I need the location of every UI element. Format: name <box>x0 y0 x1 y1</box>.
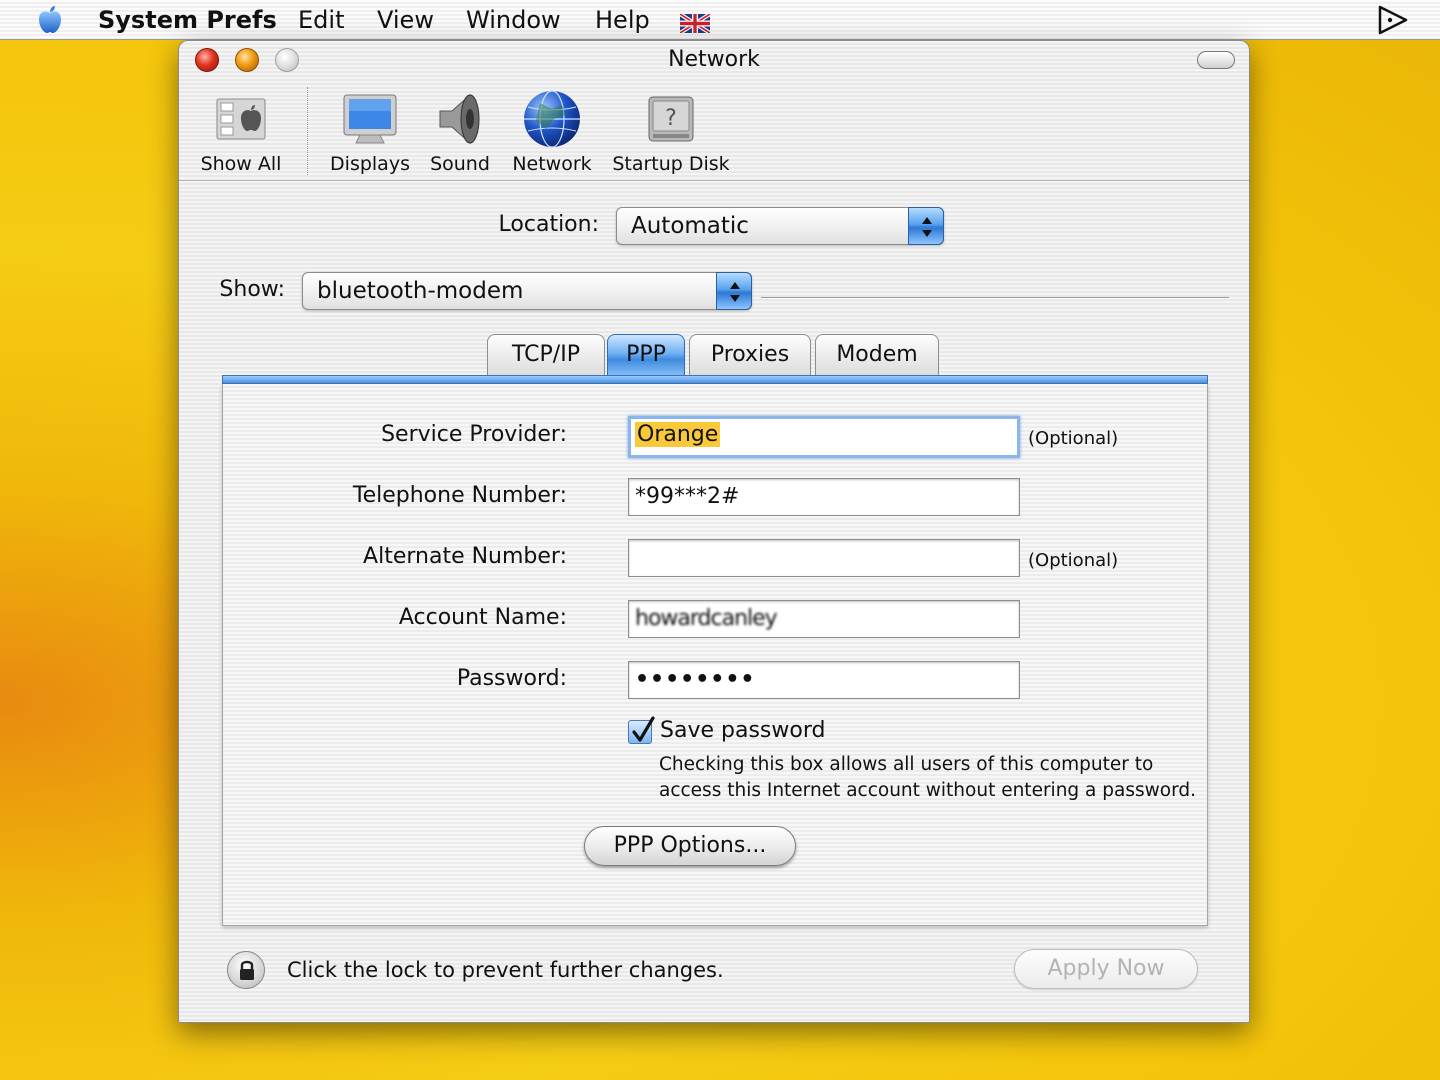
lock-button[interactable] <box>227 951 265 989</box>
sound-icon <box>430 89 490 149</box>
optional-hint: (Optional) <box>1028 428 1119 449</box>
lock-message: Click the lock to prevent further change… <box>287 958 724 982</box>
tab-tcp-ip[interactable]: TCP/IP <box>487 334 605 376</box>
password-label: Password: <box>456 666 567 691</box>
startup-disk-icon: ? <box>641 89 701 149</box>
password-value: •••••••• <box>635 667 756 692</box>
lock-icon <box>240 960 254 980</box>
network-icon <box>522 89 582 149</box>
telephone-number-value: *99***2# <box>635 484 740 509</box>
toolbar-startup-disk[interactable]: ? Startup Disk <box>609 89 733 175</box>
toolbar-show-all[interactable]: Show All <box>197 89 285 175</box>
tab-ppp[interactable]: PPP <box>607 334 685 376</box>
account-name-label: Account Name: <box>398 605 567 630</box>
alternate-number-label: Alternate Number: <box>363 544 567 569</box>
toolbar-label: Network <box>512 153 592 175</box>
service-provider-value: Orange <box>635 422 721 447</box>
flag-icon[interactable] <box>678 11 712 35</box>
show-all-icon <box>211 89 271 149</box>
location-label: Location: <box>498 212 599 237</box>
menu-help[interactable]: Help <box>595 5 650 35</box>
menu-edit[interactable]: Edit <box>298 5 344 35</box>
tab-proxies[interactable]: Proxies <box>689 334 811 376</box>
preferences-toolbar: Show All Displays Sound Network ? Startu… <box>179 79 1249 181</box>
location-popup[interactable]: Automatic <box>616 207 944 245</box>
account-name-value: howardcanley <box>635 606 778 631</box>
optional-hint: (Optional) <box>1028 550 1119 571</box>
apply-now-button[interactable]: Apply Now <box>1014 949 1198 989</box>
toolbar-displays[interactable]: Displays <box>325 89 415 175</box>
tab-bar <box>222 375 1208 384</box>
alternate-number-field[interactable] <box>628 539 1020 577</box>
toolbar-label: Show All <box>200 153 282 175</box>
telephone-number-label: Telephone Number: <box>352 483 567 508</box>
help-line: Checking this box allows all users of th… <box>659 754 1154 775</box>
save-password-checkbox[interactable] <box>628 716 655 744</box>
help-line: access this Internet account without ent… <box>659 780 1196 801</box>
tab-modem[interactable]: Modem <box>815 334 939 376</box>
ppp-options-button[interactable]: PPP Options... <box>584 826 796 866</box>
popup-arrows-icon <box>908 207 944 245</box>
account-name-field[interactable]: howardcanley <box>628 600 1020 638</box>
save-password-label[interactable]: Save password <box>660 718 825 743</box>
popup-arrows-icon <box>716 272 752 310</box>
toolbar-label: Sound <box>430 153 490 175</box>
menu-window[interactable]: Window <box>466 5 561 35</box>
menu-view[interactable]: View <box>377 5 434 35</box>
toolbar-separator <box>307 87 308 175</box>
show-label: Show: <box>219 277 285 302</box>
svg-text:?: ? <box>665 106 677 131</box>
toolbar-label: Displays <box>330 153 410 175</box>
menu-bar: System Prefs Edit View Window Help <box>0 0 1440 40</box>
window-title: Network <box>668 47 760 72</box>
separator-line <box>761 297 1229 299</box>
password-field[interactable]: •••••••• <box>628 661 1020 699</box>
toolbar-sound[interactable]: Sound <box>425 89 495 175</box>
displays-icon <box>340 89 400 149</box>
service-provider-field[interactable]: Orange <box>628 416 1020 458</box>
script-icon[interactable] <box>1376 3 1410 37</box>
title-bar[interactable]: Network <box>179 41 1249 79</box>
toolbar-toggle-button[interactable] <box>1197 51 1235 69</box>
apple-icon[interactable] <box>34 4 66 36</box>
telephone-number-field[interactable]: *99***2# <box>628 478 1020 516</box>
show-value: bluetooth-modem <box>317 278 524 304</box>
network-window: Network Show All Displays Sound Network … <box>178 40 1250 1023</box>
service-provider-label: Service Provider: <box>381 422 567 447</box>
toolbar-network[interactable]: Network <box>509 89 595 175</box>
location-value: Automatic <box>631 213 749 239</box>
menu-app-name[interactable]: System Prefs <box>98 5 277 35</box>
save-password-help: Checking this box allows all users of th… <box>659 752 1239 804</box>
show-popup[interactable]: bluetooth-modem <box>302 272 752 310</box>
ppp-panel: Service Provider: Orange (Optional) Tele… <box>222 384 1208 926</box>
toolbar-label: Startup Disk <box>612 153 730 175</box>
